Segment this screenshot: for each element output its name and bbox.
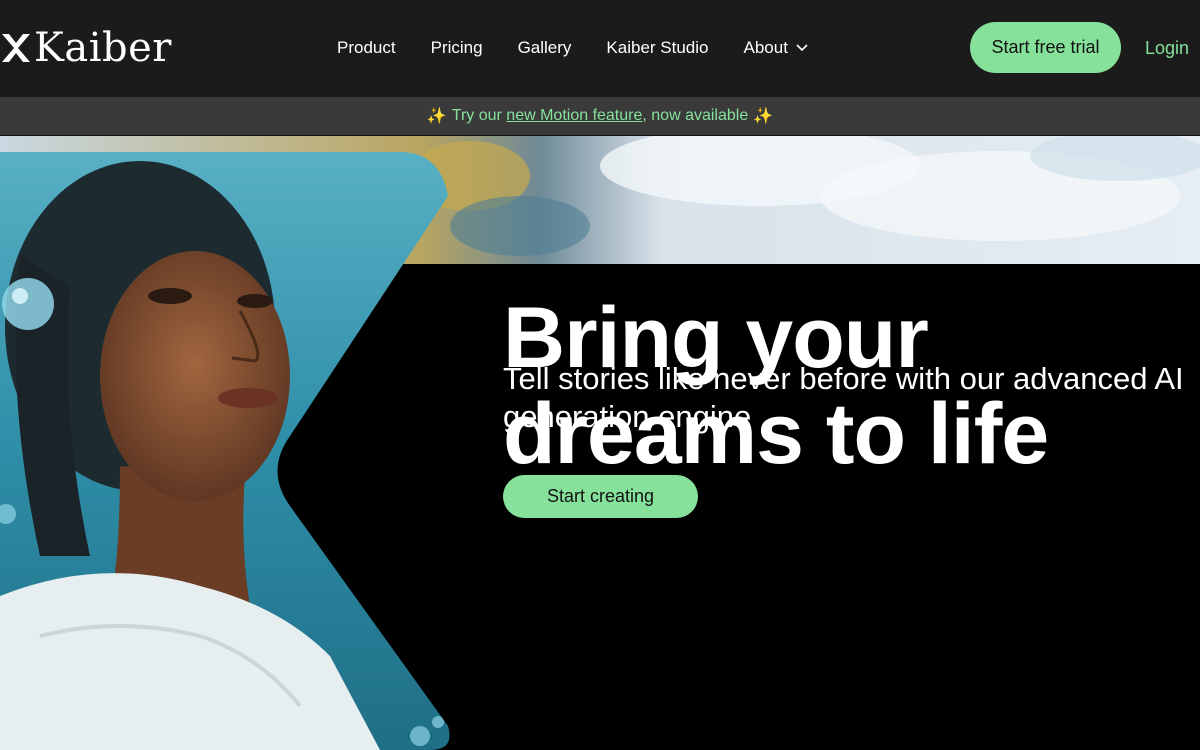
- hero-portrait-illustration: [0, 152, 450, 750]
- motion-feature-link[interactable]: new Motion feature: [506, 107, 642, 125]
- hero-subheading: Tell stories like never before with our …: [503, 361, 1184, 434]
- nav-about[interactable]: About: [744, 36, 808, 60]
- start-creating-button[interactable]: Start creating: [503, 475, 698, 518]
- announcement-suffix: , now available: [642, 107, 749, 124]
- start-free-trial-button[interactable]: Start free trial: [970, 22, 1121, 73]
- sparkles-icon: ✨: [426, 108, 447, 125]
- logo-wordmark: Kaiber: [34, 25, 172, 71]
- nav-about-label: About: [743, 38, 788, 57]
- announcement-bar: ✨ Try our new Motion feature , now avail…: [0, 97, 1200, 136]
- nav-product[interactable]: Product: [337, 36, 396, 60]
- hero-section: Bring your dreams to life: [0, 136, 1200, 750]
- kaiber-logo[interactable]: Kaiber: [0, 26, 172, 70]
- login-link[interactable]: Login: [1145, 36, 1189, 60]
- announcement-prefix: Try our: [451, 107, 507, 124]
- nav-kaiber-studio[interactable]: Kaiber Studio: [606, 36, 708, 60]
- site-header: Kaiber Product Pricing Gallery Kaiber St…: [0, 0, 1200, 97]
- main-nav: Product Pricing Gallery Kaiber Studio Ab…: [337, 36, 843, 60]
- sparkles-icon: ✨: [753, 108, 774, 125]
- nav-gallery[interactable]: Gallery: [518, 36, 572, 60]
- nav-pricing[interactable]: Pricing: [431, 36, 483, 60]
- kaiber-mark-icon: [2, 34, 30, 62]
- chevron-down-icon: [796, 44, 808, 52]
